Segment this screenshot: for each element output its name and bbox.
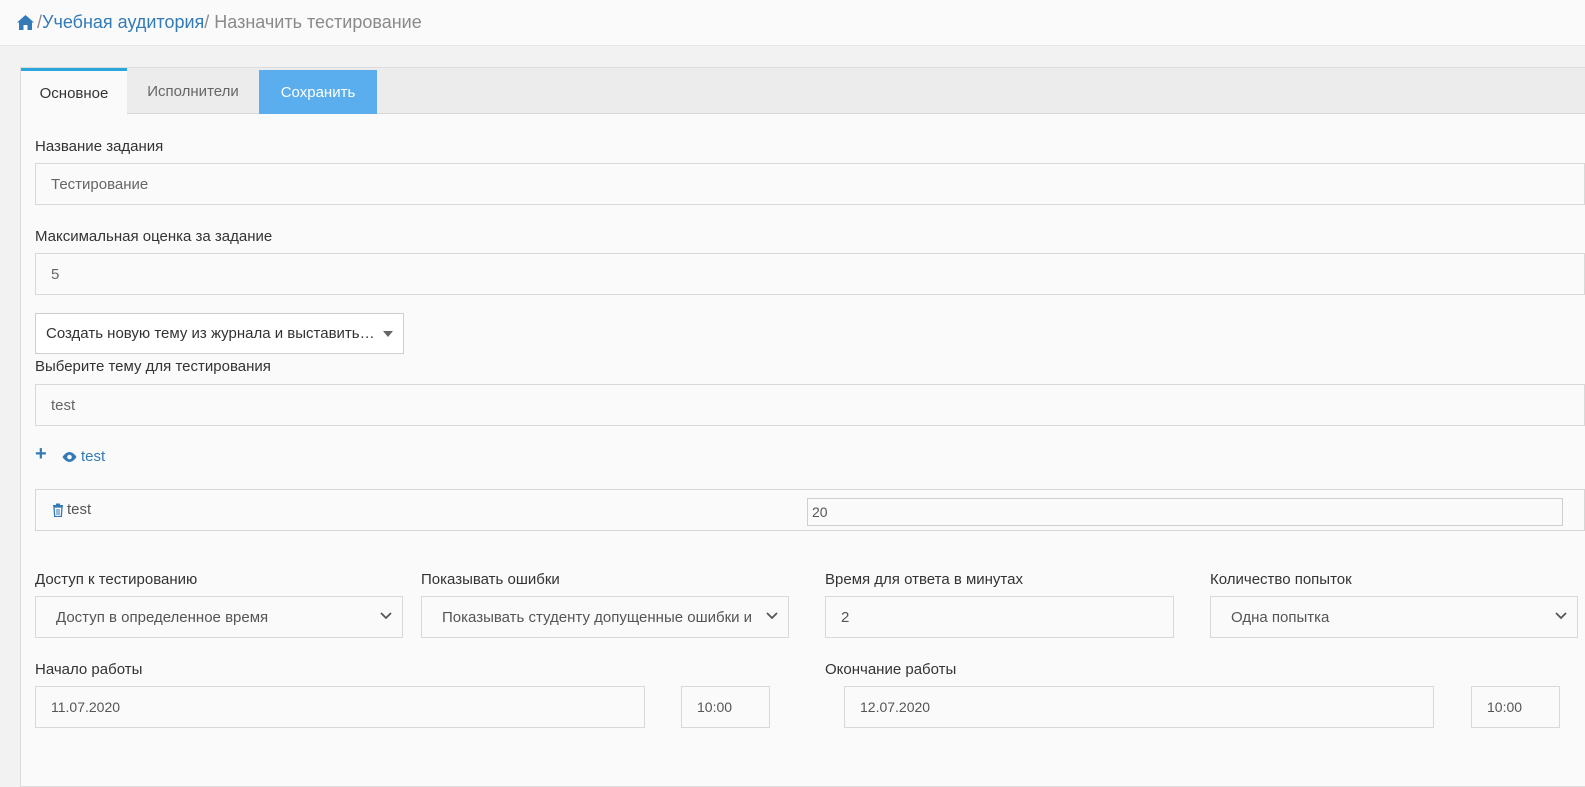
task-name-label: Название задания (35, 138, 164, 155)
start-label: Начало работы (35, 661, 143, 678)
breadcrumb: / Учебная аудитория / Назначить тестиров… (0, 0, 1585, 46)
access-select-value: Доступ в определенное время (56, 608, 269, 626)
access-select[interactable]: Доступ в определенное время (35, 596, 403, 638)
answer-time-field[interactable]: 2 (825, 596, 1174, 638)
attempts-select[interactable]: Одна попытка (1210, 596, 1578, 638)
view-test-link-label: test (81, 448, 106, 465)
plus-icon[interactable]: + (35, 443, 47, 466)
caret-down-icon (383, 331, 393, 337)
max-grade-field[interactable]: 5 (35, 253, 1585, 295)
end-date-field[interactable]: 12.07.2020 (844, 686, 1434, 728)
tab-performers[interactable]: Исполнители (129, 68, 257, 114)
delete-test-link[interactable]: test (52, 501, 91, 518)
breadcrumb-separator: / (204, 12, 210, 32)
tab-main[interactable]: Основное (21, 68, 127, 115)
start-time-field[interactable]: 10:00 (681, 686, 770, 728)
save-button[interactable]: Сохранить (259, 70, 377, 114)
end-time-field[interactable]: 10:00 (1471, 686, 1560, 728)
question-count-field[interactable]: 20 (807, 498, 1563, 526)
topic-mode-select-value: Создать новую тему из журнала и выставит… (46, 325, 375, 342)
eye-icon (62, 451, 77, 462)
chevron-down-icon (380, 612, 392, 620)
time-label: Время для ответа в минутах (825, 571, 1023, 588)
trash-icon (53, 503, 63, 517)
attempts-label: Количество попыток (1210, 571, 1352, 588)
view-test-link[interactable]: test (61, 448, 105, 465)
errors-select[interactable]: Показывать студенту допущенные ошибки и (421, 596, 789, 638)
home-icon[interactable] (16, 14, 35, 31)
test-row: test 20 (35, 489, 1585, 531)
chevron-down-icon (1555, 612, 1567, 620)
attempts-select-value: Одна попытка (1231, 608, 1330, 626)
task-name-field[interactable]: Тестирование (35, 163, 1585, 205)
access-label: Доступ к тестированию (35, 571, 198, 588)
errors-label: Показывать ошибки (421, 571, 560, 588)
chevron-down-icon (766, 612, 778, 620)
breadcrumb-current: Назначить тестирование (214, 12, 422, 32)
assignment-form-panel: Основное Исполнители Сохранить Название … (20, 67, 1585, 787)
topic-label: Выберите тему для тестирования (35, 358, 271, 375)
breadcrumb-classroom-link[interactable]: Учебная аудитория (42, 12, 204, 33)
tab-bar: Основное Исполнители Сохранить (21, 68, 1585, 115)
end-label: Окончание работы (825, 661, 957, 678)
errors-select-value: Показывать студенту допущенные ошибки и (442, 608, 752, 626)
max-grade-label: Максимальная оценка за задание (35, 228, 273, 245)
topic-field[interactable]: test (35, 384, 1585, 426)
start-date-field[interactable]: 11.07.2020 (35, 686, 645, 728)
test-row-name: test (67, 501, 92, 518)
topic-mode-select[interactable]: Создать новую тему из журнала и выставит… (35, 313, 404, 354)
